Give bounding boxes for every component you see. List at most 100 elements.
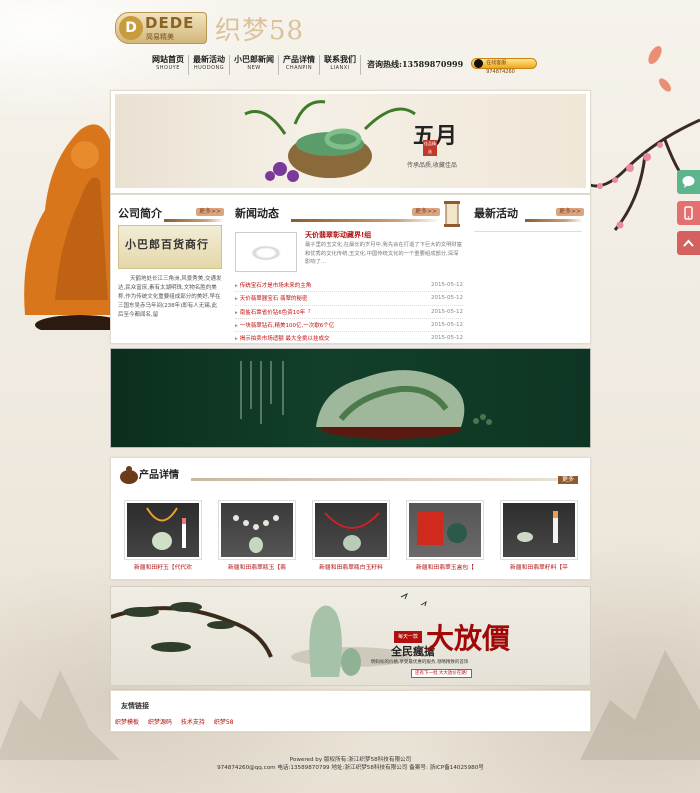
banner-image: 五月 佳品精选 传承品质,收藏佳品 xyxy=(115,94,586,188)
hotline: 咨询热线:13589870999 xyxy=(367,59,464,69)
pine-branch-illustration xyxy=(111,592,427,677)
about-title-rule xyxy=(164,219,224,222)
jade-basket-illustration xyxy=(244,100,416,182)
links-title: 友情链接 xyxy=(121,702,149,710)
latest-title-rule xyxy=(525,219,583,222)
nav-activities[interactable]: 最新活动 HUODONG xyxy=(189,55,230,75)
nav-products-en: CHANPIN xyxy=(285,65,313,71)
friend-link[interactable]: 技术支持 xyxy=(181,719,205,726)
product-name[interactable]: 新疆和田翡翠瓶玉【翡 xyxy=(216,562,298,571)
products-title-rule xyxy=(191,478,571,481)
nav-news-label: 小巴郎新闻 xyxy=(234,55,274,64)
float-chat-button[interactable] xyxy=(677,170,700,194)
news-title-rule xyxy=(291,219,441,222)
products-more-link[interactable]: 更多 xyxy=(557,476,578,484)
friend-link[interactable]: 织梦模板 xyxy=(115,719,139,726)
about-calligraphy: 小巴郎百货商行 xyxy=(125,238,209,251)
product-jade-pendant xyxy=(146,507,186,550)
news-item[interactable]: 揭示拍卖市场适额 最大全挑以挂成交 2015-05-12 xyxy=(235,332,463,346)
featured-news-image[interactable] xyxy=(235,232,297,272)
about-more-link[interactable]: 更多>> xyxy=(195,208,224,216)
ink-mountains-left xyxy=(0,670,120,760)
logo-text: DEDE xyxy=(145,14,195,32)
scroll-ornament-icon xyxy=(444,201,460,227)
company-intro: 公司简介 更多>> 小巴郎百货商行 天鹤地处长江三角洲,风景秀美,交通发达,民众… xyxy=(114,199,226,339)
logo-subtitle: 简易精美 xyxy=(146,33,174,41)
promotion-banner[interactable]: 每天一款 全民瘋搶 大放價 明码标的价格,享受最优惠的服务,领略精致的首饰 还有… xyxy=(110,586,591,686)
latest-divider xyxy=(474,231,582,232)
promo-tag: 每天一款 xyxy=(394,631,422,643)
links-row: 织梦模板 织梦源码 技术支持 织梦58 xyxy=(115,717,240,726)
promo-subtext: 明码标的价格,享受最优惠的服务,领略精致的首饰 xyxy=(371,660,469,665)
nav-products[interactable]: 产品详情 CHANPIN xyxy=(279,55,320,75)
news-item[interactable]: 一块翡翠钻石,精美100亿,一次歇6个亿 2015-05-12 xyxy=(235,319,463,333)
product-image xyxy=(127,503,199,557)
news-section: 新闻动态 更多>> 天价翡翠彰动藏界!组 最子里的玉文化,在最长的岁月中,我先会… xyxy=(231,199,464,346)
product-card[interactable] xyxy=(124,500,202,560)
about-image[interactable]: 小巴郎百货商行 xyxy=(118,225,222,269)
nav-home-label: 网站首页 xyxy=(152,55,184,64)
teapot-icon xyxy=(120,466,138,484)
nav-contact-label: 联系我们 xyxy=(324,55,356,64)
news-item-title: 揭示拍卖市场适额 最大全挑以挂成交 xyxy=(235,334,330,342)
friend-link[interactable]: 织梦58 xyxy=(214,719,234,726)
news-item[interactable]: 传统宝石才是市场未来的主角 2015-05-12 xyxy=(235,279,463,293)
product-image xyxy=(315,503,387,557)
news-more-link[interactable]: 更多>> xyxy=(411,208,440,216)
product-image xyxy=(221,503,293,557)
banner-caption: 传承品质,收藏佳品 xyxy=(407,162,457,169)
news-item[interactable]: 天价翡翠器宝石 翡翠的秘密 2015-05-12 xyxy=(235,292,463,306)
product-red-string-pendant xyxy=(324,512,380,551)
jade-ad-banner[interactable] xyxy=(110,348,591,448)
product-name[interactable]: 新疆和田翡翠籽料【平 xyxy=(498,562,580,571)
promo-headline: 大放價 xyxy=(426,622,511,655)
product-jade-seed xyxy=(517,511,558,543)
featured-news-desc: 最子里的玉文化,在最长的岁月中,我先会在打造了下巨大的文明财富和优秀的文化传统,… xyxy=(305,242,462,265)
hero-banner[interactable]: 五月 佳品精选 传承品质,收藏佳品 xyxy=(110,90,591,194)
product-card[interactable] xyxy=(500,500,578,560)
float-back-to-top-button[interactable] xyxy=(677,231,700,255)
featured-news-title[interactable]: 天价翡翠彰动藏界!组 xyxy=(305,230,371,240)
product-name[interactable]: 新疆和田翡翠玉盒包【 xyxy=(404,562,486,571)
latest-more-link[interactable]: 更多>> xyxy=(555,208,584,216)
product-card[interactable] xyxy=(218,500,296,560)
product-name[interactable]: 新疆和田翡翠瓶白玉籽料 xyxy=(310,562,392,571)
friend-link[interactable]: 织梦源码 xyxy=(148,719,172,726)
promo-cta-button[interactable]: 还有下一批 大大放价在路! xyxy=(411,669,472,678)
product-name[interactable]: 新疆和田籽玉【代代欢 xyxy=(122,562,204,571)
news-item-date: 2015-05-12 xyxy=(431,295,463,302)
jade-carving-left xyxy=(24,124,115,330)
petals xyxy=(648,45,671,92)
news-item[interactable]: 南盐石覃省价钻6色资10年「 2015-05-12 xyxy=(235,306,463,319)
footer-copyright: Powered by 版权所有:浙江织梦58科技有限公司 xyxy=(289,757,412,763)
banner-seal: 佳品精选 xyxy=(423,140,437,156)
qq-chat-button[interactable]: 在线客服 974874260 xyxy=(471,58,538,75)
about-title: 公司简介 xyxy=(118,207,162,220)
product-jade-box xyxy=(417,511,467,545)
nav-products-label: 产品详情 xyxy=(283,55,315,64)
logo-circle: D xyxy=(119,16,143,40)
ink-mountains-right xyxy=(580,650,700,760)
logo-badge: D DEDE 简易精美 xyxy=(115,12,207,44)
nav-news[interactable]: 小巴郎新闻 NEW xyxy=(230,55,279,75)
nav-news-en: NEW xyxy=(247,65,261,71)
nav-activities-label: 最新活动 xyxy=(193,55,225,64)
news-title: 新闻动态 xyxy=(235,207,279,220)
site-logo[interactable]: D DEDE 简易精美 织梦58 xyxy=(115,10,325,46)
product-card[interactable] xyxy=(312,500,390,560)
float-phone-button[interactable] xyxy=(677,201,700,225)
product-card[interactable] xyxy=(406,500,484,560)
nav-home[interactable]: 网站首页 SHOUYE xyxy=(148,55,189,75)
jade-sculpture-illustration xyxy=(240,361,492,439)
product-image xyxy=(409,503,481,557)
news-item-date: 2015-05-12 xyxy=(431,282,463,289)
nav-contact[interactable]: 联系我们 LIANXI xyxy=(320,55,361,75)
nav-contact-en: LIANXI xyxy=(330,65,350,71)
news-item-title: 南盐石覃省价钻6色资10年「 xyxy=(235,308,311,316)
news-item-title: 传统宝石才是市场未来的主角 xyxy=(235,281,312,289)
news-item-date: 2015-05-12 xyxy=(431,322,463,329)
main-nav: 网站首页 SHOUYE 最新活动 HUODONG 小巴郎新闻 NEW 产品详情 CHAN… xyxy=(148,55,548,75)
news-item-title: 一块翡翠钻石,精美100亿,一次歇6个亿 xyxy=(235,321,335,329)
chat-bubble-icon xyxy=(682,176,695,188)
product-bead-bracelet xyxy=(233,515,279,553)
